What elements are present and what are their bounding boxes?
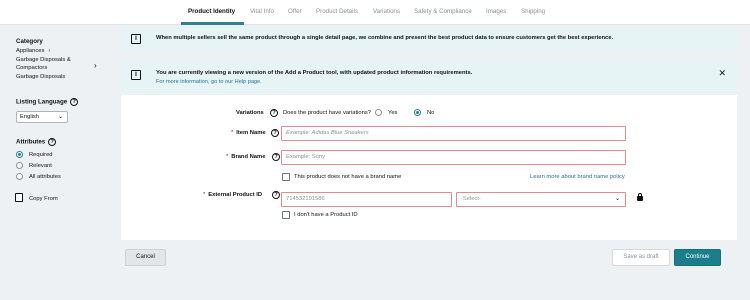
category-link-appliances[interactable]: Appliances › — [16, 48, 50, 54]
active-tab-indicator — [181, 22, 244, 25]
variations-question: Does the product have variations? — [283, 110, 371, 116]
item-name-input[interactable]: Example: Adidas Blue Sneakers — [281, 126, 626, 141]
banner-message: You are currently viewing a new version … — [156, 70, 473, 76]
variations-no-radio[interactable] — [414, 109, 421, 116]
variations-label: Variations — [236, 110, 264, 116]
brand-policy-link[interactable]: Learn more about brand name policy — [530, 174, 625, 180]
chevron-right-icon[interactable]: › — [94, 61, 97, 70]
copy-from-link[interactable]: Copy From — [29, 196, 58, 202]
banner-message: When multiple sellers sell the same prod… — [156, 35, 614, 41]
brand-name-label: * Brand Name — [226, 154, 266, 160]
tab-variations[interactable]: Variations — [373, 8, 400, 15]
close-icon[interactable]: ✕ — [718, 68, 726, 79]
help-page-link[interactable]: For more information, go to our Help pag… — [156, 79, 262, 85]
help-icon[interactable]: ? — [272, 191, 280, 199]
sidebar: Category Appliances › Garbage Disposals &… — [0, 25, 120, 300]
external-product-id-input[interactable]: 714532191586 — [281, 192, 452, 207]
listing-language-heading: Listing Language? — [16, 98, 79, 106]
no-product-id-checkbox[interactable] — [282, 211, 290, 219]
no-brand-checkbox[interactable] — [282, 173, 290, 181]
no-product-id-label: I don't have a Product ID — [294, 212, 358, 218]
tab-product-identity[interactable]: Product Identity — [188, 8, 235, 15]
chevron-right-icon: › — [48, 48, 51, 54]
attributes-relevant-radio[interactable] — [16, 162, 23, 169]
external-product-id-label: * External Product ID — [203, 192, 263, 198]
help-icon[interactable]: ? — [271, 129, 279, 137]
help-icon[interactable]: ? — [272, 153, 280, 161]
cancel-button[interactable]: Cancel — [125, 249, 166, 266]
variations-yes-radio[interactable] — [375, 109, 382, 116]
save-as-draft-button[interactable]: Save as draft — [612, 249, 670, 266]
help-icon[interactable]: ? — [70, 98, 79, 106]
category-path-2: Garbage Disposals & — [16, 57, 71, 63]
attributes-heading: Attributes? — [16, 138, 57, 146]
external-product-id-type-select[interactable]: -Select- ⌄ — [456, 192, 626, 207]
tab-images[interactable]: Images — [486, 8, 506, 15]
category-path-3: Compactors — [16, 65, 48, 71]
info-icon: i — [131, 70, 141, 80]
variations-yes-label: Yes — [388, 110, 398, 116]
top-tab-bar: Product Identity Vital Info Offer Produc… — [0, 0, 750, 25]
attributes-required-radio[interactable] — [16, 151, 23, 158]
chevron-down-icon: ⌄ — [614, 196, 620, 202]
info-banner-data-sharing: i When multiple sellers sell the same pr… — [121, 27, 737, 52]
attributes-relevant-label: Relevant — [29, 163, 52, 169]
attributes-required-label: Required — [29, 152, 53, 158]
tab-offer[interactable]: Offer — [288, 8, 302, 15]
category-path-4: Garbage Disposals — [16, 74, 66, 80]
copy-icon[interactable] — [15, 193, 23, 202]
tab-vital-info[interactable]: Vital Info — [250, 8, 274, 15]
category-heading: Category — [16, 38, 43, 45]
lock-icon — [637, 193, 643, 201]
product-identity-form: Variations ? Does the product have varia… — [121, 95, 737, 240]
help-icon[interactable]: ? — [48, 138, 57, 146]
tab-shipping[interactable]: Shipping — [521, 8, 545, 15]
chevron-down-icon: ⌄ — [57, 114, 63, 120]
variations-no-label: No — [427, 110, 435, 116]
attributes-all-radio[interactable] — [16, 173, 23, 180]
no-brand-label: This product does not have a brand name — [294, 174, 402, 180]
attributes-all-label: All attributes — [29, 174, 61, 180]
listing-language-select[interactable]: English ⌄ — [16, 111, 68, 123]
tab-product-details[interactable]: Product Details — [316, 8, 358, 15]
info-icon: i — [131, 34, 141, 44]
tab-safety-compliance[interactable]: Safety & Compliance — [414, 8, 472, 15]
help-icon[interactable]: ? — [270, 109, 278, 117]
info-banner-new-version: i You are currently viewing a new versio… — [121, 60, 737, 93]
continue-button[interactable]: Continue — [674, 249, 721, 266]
brand-name-input[interactable]: Example: Sony — [281, 150, 626, 165]
item-name-label: * Item Name — [231, 130, 266, 136]
